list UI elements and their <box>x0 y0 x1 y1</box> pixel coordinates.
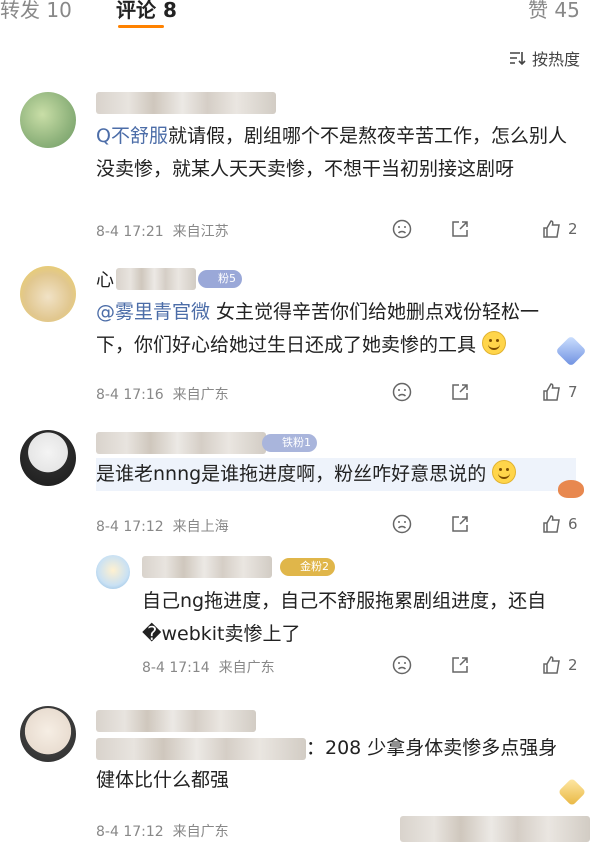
comment-text-line: ：208 少拿身体卖惨多点强身 <box>306 737 558 759</box>
fan-badge: 铁粉1 <box>262 434 317 452</box>
pot-sticker-icon <box>558 480 584 498</box>
sort-label: 按热度 <box>531 50 580 69</box>
comment-meta: 8-4 17:16 来自广东 <box>96 387 229 403</box>
sort-by-heat-button[interactable]: 按热度 <box>508 46 580 70</box>
dislike-button[interactable] <box>392 514 412 534</box>
mention-blurred[interactable] <box>96 738 306 760</box>
username-initial: 心 <box>96 270 114 291</box>
sort-icon <box>508 50 526 66</box>
share-button[interactable] <box>450 382 470 402</box>
thumbs-up-icon <box>542 219 562 239</box>
fan-badge: 粉5 <box>198 270 242 288</box>
thumbs-up-icon <box>542 514 562 534</box>
avatar[interactable] <box>20 706 76 762</box>
comment-text: 是谁老nnng是谁拖进度啊，粉丝咋好意思说的 <box>96 458 576 491</box>
like-count: 2 <box>568 220 578 238</box>
share-icon <box>450 655 470 675</box>
comment-meta: 8-4 17:12 来自广东 <box>96 824 229 840</box>
username-blurred[interactable] <box>96 432 266 454</box>
share-icon <box>450 514 470 534</box>
frown-icon <box>392 514 412 534</box>
smile-emoji-icon <box>482 331 507 355</box>
share-button[interactable] <box>450 219 470 239</box>
tab-comment[interactable]: 评论 8 <box>116 0 177 23</box>
like-count: 6 <box>568 515 578 533</box>
share-icon <box>450 219 470 239</box>
frown-icon <box>392 219 412 239</box>
like-button[interactable]: 7 <box>542 382 578 402</box>
dislike-button[interactable] <box>392 382 412 402</box>
username-blurred[interactable] <box>96 92 276 114</box>
watermark-blurred <box>400 816 590 842</box>
comment-text-line: 健体比什么都强 <box>96 769 230 791</box>
comment-meta: 8-4 17:12 来自上海 <box>96 519 229 535</box>
comment-meta: 8-4 17:14 来自广东 <box>142 660 275 676</box>
comment-meta: 8-4 17:21 来自江苏 <box>96 224 229 240</box>
like-button[interactable]: 2 <box>542 655 578 675</box>
like-count: 2 <box>568 656 578 674</box>
share-button[interactable] <box>450 514 470 534</box>
comment-text: Q不舒服就请假，剧组哪个不是熬夜辛苦工作，怎么别人没卖惨，就某人天天卖惨，不想干… <box>96 125 567 180</box>
like-count: 7 <box>568 383 578 401</box>
dislike-button[interactable] <box>392 655 412 675</box>
dislike-button[interactable] <box>392 219 412 239</box>
mention-link[interactable]: @雾里青官微 <box>96 301 210 323</box>
tab-repost[interactable]: 转发 10 <box>0 0 72 23</box>
mention-link[interactable]: Q不舒服 <box>96 125 168 147</box>
avatar[interactable] <box>96 555 130 589</box>
thumbs-up-icon <box>542 655 562 675</box>
comment-text: 自己ng拖进度，自己不舒服拖累剧组进度，还自�webkit卖惨上了 <box>142 590 547 645</box>
like-button[interactable]: 6 <box>542 514 578 534</box>
avatar[interactable] <box>20 430 76 486</box>
fan-badge: 金粉2 <box>280 558 335 576</box>
sheepish-emoji-icon <box>492 460 517 484</box>
thumbs-up-icon <box>542 382 562 402</box>
avatar[interactable] <box>20 266 76 322</box>
username-blurred[interactable] <box>116 268 196 290</box>
tab-like[interactable]: 赞 45 <box>528 0 580 23</box>
frown-icon <box>392 382 412 402</box>
share-icon <box>450 382 470 402</box>
like-button[interactable]: 2 <box>542 219 578 239</box>
active-tab-indicator <box>118 25 164 28</box>
username-blurred[interactable] <box>142 556 272 578</box>
username-blurred[interactable] <box>96 710 256 732</box>
share-button[interactable] <box>450 655 470 675</box>
frown-icon <box>392 655 412 675</box>
comment-text: @雾里青官微 女主觉得辛苦你们给她删点戏份轻松一下，你们好心给她过生日还成了她卖… <box>96 301 540 356</box>
avatar[interactable] <box>20 92 76 148</box>
